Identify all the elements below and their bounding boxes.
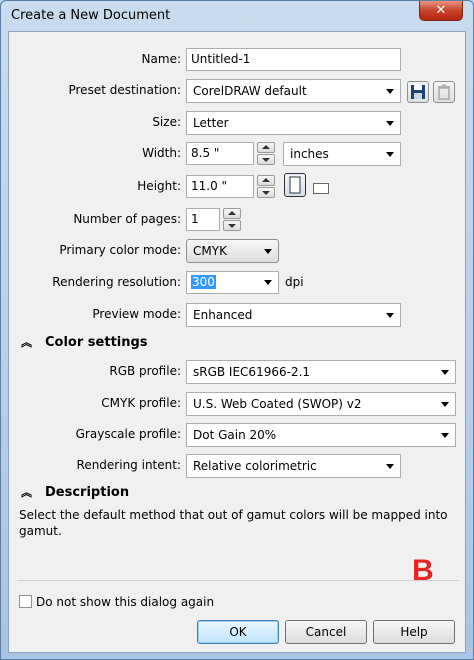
dont-show-again-checkbox-row[interactable]: Do not show this dialog again [19, 595, 214, 609]
size-dropdown[interactable]: Letter [186, 111, 401, 135]
units-dropdown[interactable]: inches [283, 142, 401, 166]
color-settings-toggle[interactable]: ︽ Color settings [21, 334, 148, 350]
name-input[interactable]: Untitled-1 [186, 48, 401, 71]
preview-dropdown[interactable]: Enhanced [186, 303, 401, 327]
width-decrement-button[interactable] [257, 154, 275, 165]
dont-show-again-checkbox[interactable] [19, 595, 32, 608]
width-row: Width: 8.5 " inches [9, 142, 467, 166]
rgb-profile-dropdown[interactable]: sRGB IEC61966-2.1 [186, 360, 456, 384]
preset-label: Preset destination: [68, 83, 181, 97]
resolution-row: Rendering resolution: 300 dpi [9, 271, 467, 295]
intent-value: Relative colorimetric [193, 459, 317, 473]
preview-label: Preview mode: [92, 307, 181, 321]
pages-input[interactable]: 1 [186, 208, 220, 231]
width-input[interactable]: 8.5 " [186, 142, 254, 165]
preset-row: Preset destination: CorelDRAW default [9, 79, 467, 103]
chevron-down-icon [386, 152, 394, 157]
portrait-orientation-button[interactable] [284, 173, 306, 197]
ok-button[interactable]: OK [197, 620, 279, 644]
chevron-down-icon [386, 121, 394, 126]
color-settings-heading: Color settings [45, 335, 148, 350]
chevron-down-icon [386, 313, 394, 318]
resolution-label: Rendering resolution: [52, 275, 181, 289]
rgb-row: RGB profile: sRGB IEC61966-2.1 [9, 360, 467, 384]
size-label: Size: [152, 115, 181, 129]
cmyk-profile-dropdown[interactable]: U.S. Web Coated (SWOP) v2 [186, 392, 456, 416]
trash-icon [438, 84, 450, 100]
grayscale-profile-dropdown[interactable]: Dot Gain 20% [186, 423, 456, 447]
pages-increment-button[interactable] [223, 208, 241, 219]
color-mode-value: CMYK [193, 244, 227, 258]
height-increment-button[interactable] [257, 175, 275, 186]
preset-value: CorelDRAW default [193, 84, 307, 98]
width-label: Width: [142, 146, 181, 160]
cmyk-row: CMYK profile: U.S. Web Coated (SWOP) v2 [9, 392, 467, 416]
cmyk-value: U.S. Web Coated (SWOP) v2 [193, 397, 362, 411]
floppy-disk-icon [411, 85, 425, 99]
color-mode-dropdown[interactable]: CMYK [186, 239, 279, 263]
dialog-window: Create a New Document ✕ Name: Untitled-1… [0, 0, 474, 660]
chevron-down-icon [441, 370, 449, 375]
preview-value: Enhanced [193, 308, 253, 322]
height-row: Height: 11.0 " [9, 175, 467, 199]
rgb-label: RGB profile: [109, 364, 181, 378]
double-chevron-up-icon: ︽ [21, 336, 32, 349]
save-preset-button[interactable] [407, 81, 429, 103]
pages-decrement-button[interactable] [223, 220, 241, 231]
rgb-value: sRGB IEC61966-2.1 [193, 365, 311, 379]
color-mode-label: Primary color mode: [59, 243, 181, 257]
help-button[interactable]: Help [373, 620, 455, 644]
chevron-down-icon [386, 89, 394, 94]
resolution-value: 300 [191, 275, 216, 289]
dialog-title: Create a New Document [11, 8, 171, 23]
close-icon: ✕ [435, 3, 447, 18]
description-toggle[interactable]: ︽ Description [21, 484, 129, 500]
grayscale-row: Grayscale profile: Dot Gain 20% [9, 423, 467, 447]
close-button[interactable]: ✕ [419, 1, 463, 21]
height-input[interactable]: 11.0 " [186, 175, 254, 198]
cancel-button[interactable]: Cancel [285, 620, 367, 644]
description-heading: Description [45, 485, 130, 500]
chevron-down-icon [386, 464, 394, 469]
height-decrement-button[interactable] [257, 187, 275, 198]
intent-label: Rendering intent: [76, 458, 181, 472]
name-row: Name: Untitled-1 [9, 48, 467, 72]
pages-stepper[interactable] [223, 208, 241, 231]
preset-dropdown[interactable]: CorelDRAW default [186, 79, 401, 103]
size-value: Letter [193, 116, 229, 130]
chevron-down-icon [264, 249, 272, 254]
intent-row: Rendering intent: Relative colorimetric [9, 454, 467, 478]
delete-preset-button[interactable] [433, 81, 455, 103]
title-bar: Create a New Document ✕ [1, 1, 473, 31]
color-mode-row: Primary color mode: CMYK [9, 239, 467, 263]
rendering-intent-dropdown[interactable]: Relative colorimetric [186, 454, 401, 478]
description-text: Select the default method that out of ga… [19, 508, 448, 538]
pages-label: Number of pages: [73, 212, 181, 226]
pages-row: Number of pages: 1 [9, 208, 467, 232]
chevron-down-icon [264, 280, 272, 285]
height-label: Height: [137, 179, 181, 193]
landscape-page-icon[interactable] [313, 183, 329, 194]
dont-show-again-label: Do not show this dialog again [36, 595, 215, 609]
width-increment-button[interactable] [257, 142, 275, 153]
resolution-unit: dpi [285, 275, 304, 289]
width-stepper[interactable] [257, 142, 275, 165]
dialog-body: Name: Untitled-1 Preset destination: Cor… [8, 31, 466, 653]
annotation-letter: B [412, 554, 434, 587]
preview-row: Preview mode: Enhanced [9, 303, 467, 327]
height-stepper[interactable] [257, 175, 275, 198]
units-value: inches [290, 147, 329, 161]
grayscale-value: Dot Gain 20% [193, 428, 277, 442]
cmyk-label: CMYK profile: [101, 396, 181, 410]
double-chevron-up-icon: ︽ [21, 486, 32, 499]
size-row: Size: Letter [9, 111, 467, 135]
chevron-down-icon [441, 402, 449, 407]
name-label: Name: [141, 52, 181, 66]
grayscale-label: Grayscale profile: [75, 427, 181, 441]
portrait-page-icon [289, 176, 301, 194]
chevron-down-icon [441, 433, 449, 438]
resolution-combobox[interactable]: 300 [186, 271, 279, 294]
footer-separator [17, 580, 459, 581]
